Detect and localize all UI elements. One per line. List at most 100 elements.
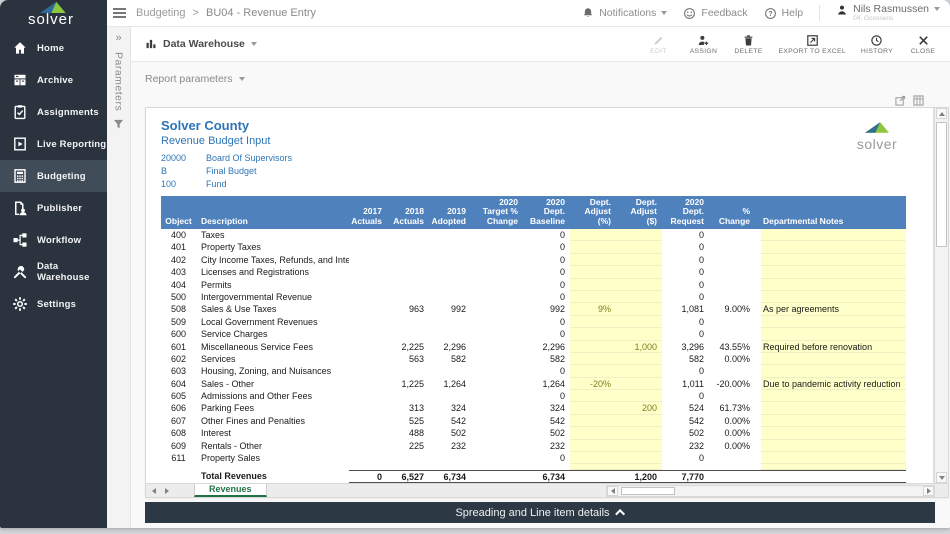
cell-adj_amt[interactable]: 200 bbox=[616, 402, 662, 414]
close-button[interactable]: CLOSE bbox=[908, 34, 938, 55]
vertical-scrollbar-thumb[interactable] bbox=[936, 122, 947, 247]
menu-icon[interactable] bbox=[113, 6, 126, 20]
scroll-down-button[interactable] bbox=[936, 472, 947, 483]
cell-target bbox=[471, 341, 523, 353]
help-button[interactable]: ? Help bbox=[764, 7, 804, 20]
cell-adj_amt[interactable] bbox=[616, 365, 662, 377]
cell-adj_amt[interactable] bbox=[616, 279, 662, 291]
cell-note[interactable] bbox=[761, 241, 906, 253]
feedback-button[interactable]: Feedback bbox=[683, 7, 747, 20]
cell-adj_pct[interactable] bbox=[570, 402, 616, 414]
expand-parameters-icon[interactable]: » bbox=[115, 32, 121, 44]
scroll-up-button[interactable] bbox=[936, 108, 947, 119]
cell-adj_pct[interactable] bbox=[570, 328, 616, 340]
cell-adj_pct[interactable] bbox=[570, 353, 616, 365]
cell-adj_amt[interactable]: 1,000 bbox=[616, 341, 662, 353]
cell-adj_pct[interactable] bbox=[570, 427, 616, 439]
cell-note[interactable] bbox=[761, 279, 906, 291]
sidebar-item-budgeting[interactable]: Budgeting bbox=[0, 160, 107, 192]
cell-adj_pct[interactable] bbox=[570, 229, 616, 241]
cell-adj_pct[interactable] bbox=[570, 316, 616, 328]
cell-baseline: 0 bbox=[523, 328, 570, 340]
cell-note[interactable] bbox=[761, 390, 906, 402]
cell-adj_amt[interactable] bbox=[616, 291, 662, 303]
cell-a2017 bbox=[349, 353, 387, 365]
sidebar-item-archive[interactable]: Archive bbox=[0, 64, 107, 96]
history-button[interactable]: HISTORY bbox=[861, 34, 893, 55]
cell-adj_pct[interactable] bbox=[570, 266, 616, 278]
parameters-label[interactable]: Parameters bbox=[113, 52, 125, 111]
sidebar-item-data-warehouse[interactable]: Data Warehouse bbox=[0, 256, 107, 288]
cell-adj_amt[interactable] bbox=[616, 328, 662, 340]
cell-adj_amt[interactable] bbox=[616, 266, 662, 278]
cell-adj_pct[interactable] bbox=[570, 365, 616, 377]
spreading-details-expander[interactable]: Spreading and Line item details bbox=[145, 502, 935, 523]
cell-adj_amt[interactable] bbox=[616, 440, 662, 452]
cell-adj_pct[interactable] bbox=[570, 291, 616, 303]
sidebar-item-settings[interactable]: Settings bbox=[0, 288, 107, 320]
sidebar-item-workflow[interactable]: Workflow bbox=[0, 224, 107, 256]
cell-adj_amt[interactable] bbox=[616, 241, 662, 253]
cell-note[interactable] bbox=[761, 254, 906, 266]
cell-adj_amt[interactable] bbox=[616, 229, 662, 241]
cell-note[interactable] bbox=[761, 328, 906, 340]
cell-a2019 bbox=[429, 241, 471, 253]
data-source-dropdown[interactable]: Data Warehouse bbox=[145, 38, 257, 50]
notifications-button[interactable]: Notifications bbox=[582, 7, 667, 19]
export-to-excel-button[interactable]: EXPORT TO EXCEL bbox=[778, 34, 845, 55]
cell-note[interactable]: Required before renovation bbox=[761, 341, 906, 353]
sidebar-item-publisher[interactable]: Publisher bbox=[0, 192, 107, 224]
cell-adj_pct[interactable] bbox=[570, 415, 616, 427]
cell-note[interactable] bbox=[761, 353, 906, 365]
cell-note[interactable] bbox=[761, 427, 906, 439]
cell-note[interactable] bbox=[761, 365, 906, 377]
horizontal-scrollbar[interactable] bbox=[606, 485, 935, 497]
cell-adj_amt[interactable] bbox=[616, 303, 662, 315]
cell-adj_pct[interactable] bbox=[570, 440, 616, 452]
sidebar-item-live-reporting[interactable]: Live Reporting bbox=[0, 128, 107, 160]
cell-adj_amt[interactable] bbox=[616, 353, 662, 365]
cell-note[interactable] bbox=[761, 402, 906, 414]
cell-note[interactable] bbox=[761, 229, 906, 241]
cell-adj_amt[interactable] bbox=[616, 378, 662, 390]
delete-button[interactable]: DELETE bbox=[733, 34, 763, 55]
scroll-left-button[interactable] bbox=[607, 486, 618, 496]
cell-adj_pct[interactable] bbox=[570, 254, 616, 266]
cell-adj_amt[interactable] bbox=[616, 254, 662, 266]
cell-note[interactable] bbox=[761, 440, 906, 452]
vertical-scrollbar[interactable] bbox=[934, 108, 948, 483]
cell-adj_pct[interactable] bbox=[570, 390, 616, 402]
sheet-tab-revenues[interactable]: Revenues bbox=[194, 484, 267, 497]
cell-note[interactable] bbox=[761, 452, 906, 464]
cell-adj_amt[interactable] bbox=[616, 316, 662, 328]
sidebar-item-label: Assignments bbox=[37, 107, 99, 118]
sidebar-item-assignments[interactable]: Assignments bbox=[0, 96, 107, 128]
user-menu[interactable]: Nils Rasmussen 04. Goossens bbox=[836, 4, 940, 22]
cell-note[interactable] bbox=[761, 415, 906, 427]
report-parameters-dropdown[interactable]: Report parameters bbox=[145, 73, 245, 85]
cell-adj_pct[interactable]: 9% bbox=[570, 303, 616, 315]
cell-adj_pct[interactable] bbox=[570, 341, 616, 353]
cell-note[interactable] bbox=[761, 266, 906, 278]
cell-adj_pct[interactable] bbox=[570, 452, 616, 464]
cell-a2019 bbox=[429, 328, 471, 340]
cell-note[interactable]: As per agreements bbox=[761, 303, 906, 315]
breadcrumb-section[interactable]: Budgeting bbox=[136, 7, 186, 19]
cell-note[interactable] bbox=[761, 316, 906, 328]
cell-adj_pct[interactable]: -20% bbox=[570, 378, 616, 390]
horizontal-scrollbar-thumb[interactable] bbox=[621, 487, 675, 495]
cell-adj_amt[interactable] bbox=[616, 415, 662, 427]
scroll-right-button[interactable] bbox=[923, 486, 934, 496]
cell-adj_amt[interactable] bbox=[616, 452, 662, 464]
cell-note[interactable]: Due to pandemic activity reduction bbox=[761, 378, 906, 390]
cell-note[interactable] bbox=[761, 291, 906, 303]
previous-sheet-icon[interactable] bbox=[152, 488, 156, 494]
next-sheet-icon[interactable] bbox=[165, 488, 169, 494]
cell-adj_amt[interactable] bbox=[616, 427, 662, 439]
cell-adj_pct[interactable] bbox=[570, 279, 616, 291]
filter-icon[interactable] bbox=[113, 119, 124, 130]
sidebar-item-home[interactable]: Home bbox=[0, 32, 107, 64]
cell-adj_amt[interactable] bbox=[616, 390, 662, 402]
cell-adj_pct[interactable] bbox=[570, 241, 616, 253]
assign-button[interactable]: ASSIGN bbox=[688, 34, 718, 55]
